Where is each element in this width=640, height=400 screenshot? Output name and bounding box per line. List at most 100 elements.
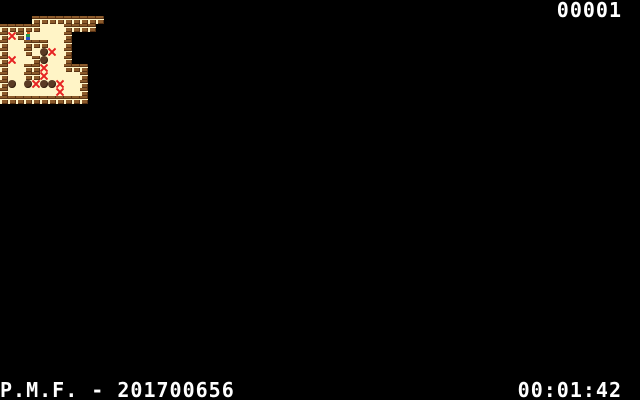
wall-tile — [0, 96, 8, 104]
floor-tile — [48, 56, 56, 64]
floor-tile — [40, 24, 48, 32]
wall-tile — [32, 40, 40, 48]
wall-tile — [72, 16, 80, 24]
wall-tile — [32, 16, 40, 24]
wall-tile — [64, 56, 72, 64]
elapsed-timer: 00:01:42 — [517, 378, 622, 400]
target-tile — [8, 56, 16, 64]
floor-tile — [8, 40, 16, 48]
floor-tile — [48, 72, 56, 80]
wall-tile — [32, 96, 40, 104]
wall-tile — [0, 88, 8, 96]
wall-tile — [88, 24, 96, 32]
floor-tile — [56, 64, 64, 72]
wall-tile — [64, 16, 72, 24]
wall-tile — [24, 24, 32, 32]
wall-tile — [16, 32, 24, 40]
floor-tile — [16, 80, 24, 88]
floor-tile — [32, 32, 40, 40]
floor-tile — [16, 64, 24, 72]
box-tile — [40, 80, 48, 88]
wall-tile — [0, 48, 8, 56]
floor-tile — [48, 24, 56, 32]
wall-tile — [16, 24, 24, 32]
floor-tile — [32, 88, 40, 96]
wall-tile — [0, 40, 8, 48]
sokoban-board — [0, 16, 128, 160]
target-tile — [8, 32, 16, 40]
wall-tile — [80, 72, 88, 80]
wall-tile — [72, 64, 80, 72]
floor-tile — [72, 88, 80, 96]
wall-tile — [64, 40, 72, 48]
wall-tile — [64, 24, 72, 32]
floor-tile — [8, 64, 16, 72]
floor-tile — [72, 72, 80, 80]
wall-tile — [16, 96, 24, 104]
target-tile — [48, 48, 56, 56]
floor-tile — [16, 88, 24, 96]
wall-tile — [0, 24, 8, 32]
wall-tile — [8, 96, 16, 104]
wall-tile — [32, 56, 40, 64]
wall-tile — [80, 64, 88, 72]
floor-tile — [24, 56, 32, 64]
floor-tile — [16, 56, 24, 64]
floor-tile — [64, 88, 72, 96]
floor-tile — [48, 32, 56, 40]
wall-tile — [0, 64, 8, 72]
floor-tile — [16, 48, 24, 56]
floor-tile — [32, 48, 40, 56]
wall-tile — [48, 96, 56, 104]
wall-tile — [24, 48, 32, 56]
player-sprite — [24, 32, 32, 40]
wall-tile — [40, 96, 48, 104]
floor-tile — [8, 72, 16, 80]
wall-tile — [88, 16, 96, 24]
wall-tile — [80, 16, 88, 24]
wall-tile — [80, 80, 88, 88]
wall-tile — [64, 32, 72, 40]
target-tile — [32, 80, 40, 88]
wall-tile — [72, 24, 80, 32]
wall-tile — [72, 96, 80, 104]
floor-tile — [56, 48, 64, 56]
wall-tile — [0, 80, 8, 88]
floor-tile — [16, 72, 24, 80]
floor-tile — [64, 80, 72, 88]
wall-tile — [32, 24, 40, 32]
wall-tile — [24, 40, 32, 48]
floor-tile — [56, 40, 64, 48]
floor-tile — [56, 56, 64, 64]
floor-tile — [40, 32, 48, 40]
wall-tile — [24, 96, 32, 104]
wall-tile — [0, 72, 8, 80]
wall-tile — [56, 96, 64, 104]
target-tile — [56, 88, 64, 96]
floor-tile — [56, 32, 64, 40]
floor-tile — [40, 88, 48, 96]
floor-tile — [72, 80, 80, 88]
wall-tile — [80, 88, 88, 96]
floor-tile — [8, 88, 16, 96]
player-info-label: P.M.F. - 201700656 — [0, 378, 235, 400]
wall-tile — [64, 96, 72, 104]
move-counter: 00001 — [556, 0, 622, 22]
wall-tile — [80, 96, 88, 104]
floor-tile — [24, 88, 32, 96]
wall-tile — [40, 40, 48, 48]
box-tile — [8, 80, 16, 88]
floor-tile — [16, 40, 24, 48]
wall-tile — [40, 16, 48, 24]
wall-tile — [56, 16, 64, 24]
floor-tile — [64, 72, 72, 80]
wall-tile — [24, 72, 32, 80]
target-tile — [40, 72, 48, 80]
wall-tile — [80, 24, 88, 32]
floor-tile — [56, 24, 64, 32]
wall-tile — [96, 16, 104, 24]
wall-tile — [64, 48, 72, 56]
wall-tile — [48, 16, 56, 24]
floor-tile — [48, 64, 56, 72]
wall-tile — [24, 64, 32, 72]
